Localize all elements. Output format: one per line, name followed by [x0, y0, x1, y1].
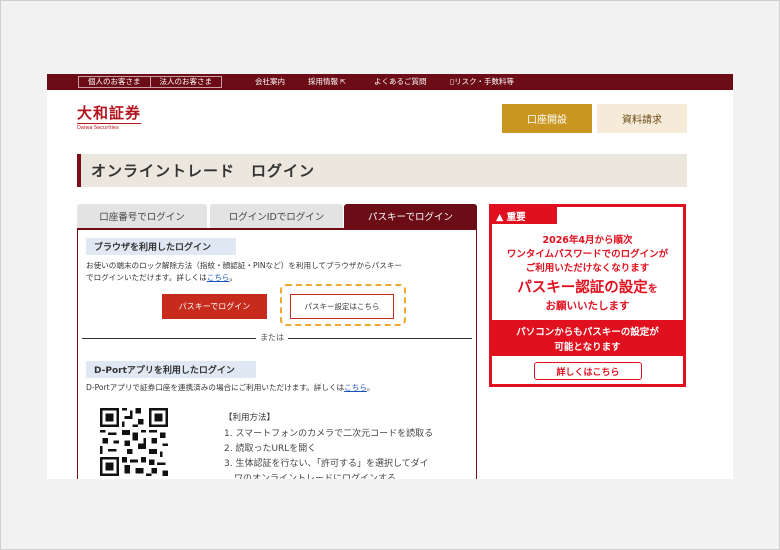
app-desc-end: 。	[366, 383, 375, 392]
notice-details-button[interactable]: 詳しくはこちら	[534, 362, 642, 380]
notice-line-5: お願いいたします	[545, 300, 630, 312]
faq-link[interactable]: よくあるご質問	[374, 77, 427, 87]
app-section-description: D-Portアプリで証券口座を連携済みの場合にご利用いただけます。詳しくはこちら…	[86, 382, 476, 394]
tab-passkey[interactable]: パスキーでログイン	[344, 204, 477, 228]
recruit-label: 採用情報	[308, 77, 338, 86]
important-notice-box: ▲ 重要 2026年4月から順次 ワンタイムパスワードでのログインが ご利用いた…	[489, 204, 686, 387]
browser-details-link[interactable]: こちら	[207, 273, 230, 282]
browser-section-description: お使いの端末のロック解除方法（指紋・顔認証・PINなど）を利用してブラウザからパ…	[86, 260, 476, 284]
customer-segment-switch: 個人のお客さま 法人のお客さま	[78, 76, 222, 88]
segment-corporate[interactable]: 法人のお客さま	[149, 77, 222, 87]
usage-heading: 【利用方法】	[224, 413, 276, 423]
usage-step-3-cont: ワのオンライントレードにログインする	[234, 474, 397, 479]
usage-step-3: 3. 生体認証を行ない、「許可する」を選択してダイ	[224, 459, 429, 469]
app-section-heading: D-Portアプリを利用したログイン	[86, 361, 256, 378]
screenshot-frame: 個人のお客さま 法人のお客さま 会社案内 採用情報 ⇱ よくあるご質問 ▯リスク・…	[0, 0, 780, 550]
browser-desc-line1: お使いの端末のロック解除方法（指紋・顔認証・PINなど）を利用してブラウザからパ…	[86, 261, 403, 270]
notice-red-band: パソコンからもパスキーの設定が 可能となります	[492, 320, 683, 356]
passkey-settings-button[interactable]: パスキー設定はこちら	[290, 294, 394, 319]
logo-text: 大和証券	[77, 104, 142, 122]
top-nav-bar: 個人のお客さま 法人のお客さま 会社案内 採用情報 ⇱ よくあるご質問 ▯リスク・…	[47, 74, 733, 90]
browser-page: 個人のお客さま 法人のお客さま 会社案内 採用情報 ⇱ よくあるご質問 ▯リスク・…	[47, 74, 733, 479]
separator-text: または	[256, 332, 288, 343]
usage-step-2: 2. 読取ったURLを開く	[224, 444, 317, 454]
segment-individual[interactable]: 個人のお客さま	[79, 77, 150, 87]
notice-pc-line-1: パソコンからもパスキーの設定が	[516, 327, 659, 338]
recruit-link[interactable]: 採用情報 ⇱	[308, 77, 346, 87]
app-desc-text: D-Portアプリで証券口座を連携済みの場合にご利用いただけます。詳しくは	[86, 383, 345, 392]
page-title: オンライントレード ログイン	[91, 162, 316, 180]
daiwa-logo[interactable]: 大和証券 Daiwa Securities	[77, 104, 142, 131]
browser-desc-end: 。	[229, 273, 238, 282]
risk-fees-link[interactable]: ▯リスク・手数料等	[450, 77, 514, 87]
request-docs-button[interactable]: 資料請求	[597, 104, 687, 133]
logo-subtext: Daiwa Securities	[77, 123, 142, 131]
risk-label: リスク・手数料等	[454, 77, 514, 86]
notice-headline: パスキー認証の設定を	[492, 276, 683, 297]
company-link[interactable]: 会社案内	[255, 77, 285, 87]
notice-pc-line-2: 可能となります	[554, 342, 621, 353]
external-link-icon: ⇱	[340, 78, 346, 86]
notice-headline-main: パスキー認証の設定	[517, 280, 648, 296]
notice-line-1: 2026年4月から順次	[542, 235, 633, 246]
notice-line-3: ご利用いただけなくなります	[525, 263, 650, 274]
notice-line-2: ワンタイムパスワードでのログインが	[506, 249, 669, 260]
page-title-bar: オンライントレード ログイン	[77, 154, 687, 187]
important-badge: ▲ 重要	[492, 207, 557, 224]
passkey-login-panel: ブラウザを利用したログイン お使いの端末のロック解除方法（指紋・顔認証・PINな…	[77, 228, 477, 479]
tab-account-number[interactable]: 口座番号でログイン	[77, 204, 207, 228]
notice-headline-suffix: を	[647, 284, 658, 295]
passkey-login-button[interactable]: パスキーでログイン	[162, 294, 267, 319]
open-account-button[interactable]: 口座開設	[502, 104, 592, 133]
app-details-link[interactable]: こちら	[344, 383, 367, 392]
browser-desc-text: でログインいただけます。詳しくは	[86, 273, 207, 282]
qr-code-icon	[100, 408, 168, 476]
tab-login-id[interactable]: ログインIDでログイン	[210, 204, 343, 228]
browser-section-heading: ブラウザを利用したログイン	[86, 238, 236, 255]
usage-step-1: 1. スマートフォンのカメラで二次元コードを読取る	[224, 429, 434, 439]
browser-desc-line2: でログインいただけます。詳しくはこちら。	[86, 272, 476, 284]
